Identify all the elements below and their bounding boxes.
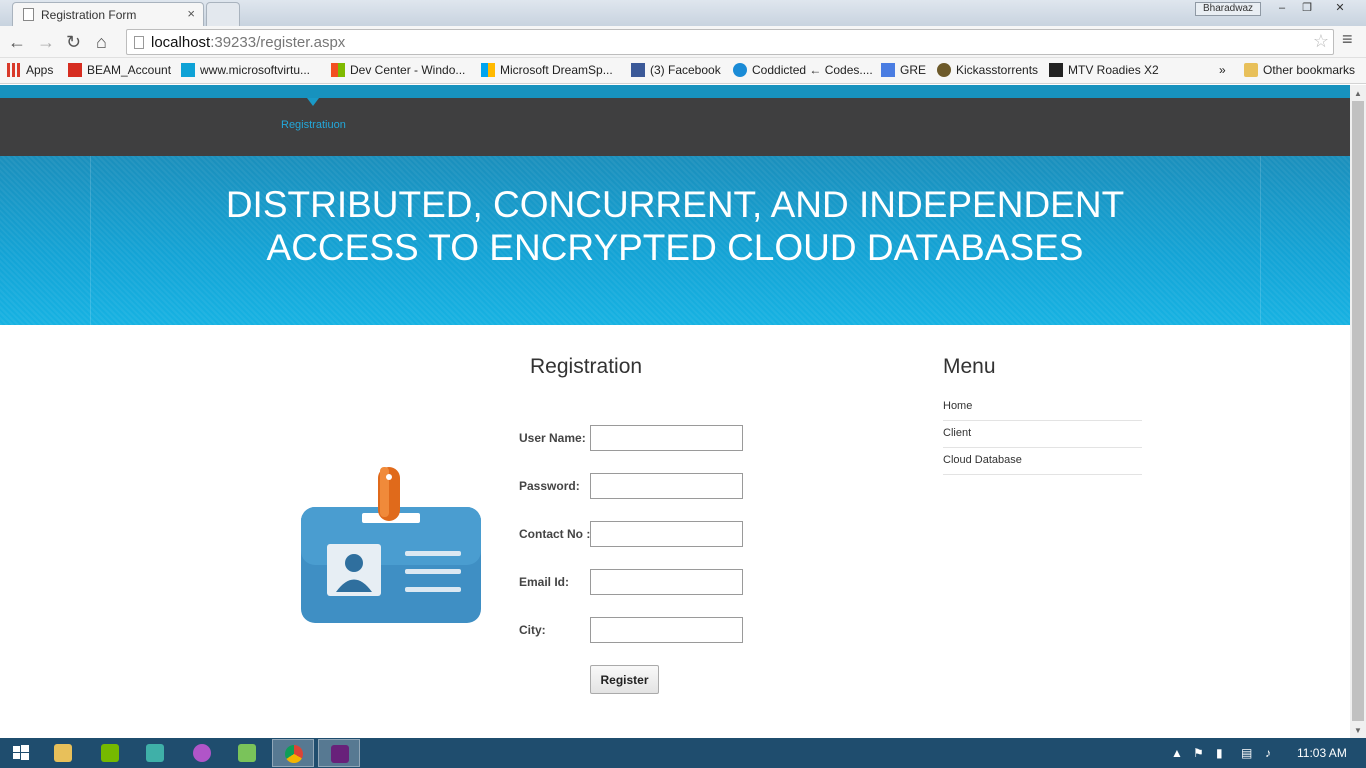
username-field[interactable]	[590, 425, 743, 451]
password-label: Password:	[519, 479, 580, 493]
taskbar-nvidia[interactable]	[89, 739, 131, 767]
scroll-down-icon[interactable]: ▼	[1354, 726, 1362, 735]
tab-close-icon[interactable]: ×	[187, 6, 195, 21]
home-icon[interactable]: ⌂	[96, 32, 107, 52]
browser-tab[interactable]: Registration Form ×	[12, 2, 204, 26]
hero-banner: DISTRIBUTED, CONCURRENT, AND INDEPENDENT…	[0, 156, 1350, 325]
profile-badge[interactable]: Bharadwaz	[1195, 2, 1261, 16]
coddicted-icon	[733, 63, 747, 77]
reload-icon[interactable]: ↻	[66, 32, 81, 52]
tray-expand-icon[interactable]: ▲	[1171, 746, 1183, 760]
form-heading: Registration	[530, 355, 643, 378]
city-field[interactable]	[590, 617, 743, 643]
active-nav-indicator-icon	[307, 98, 319, 106]
web-page: Registratiuon DISTRIBUTED, CONCURRENT, A…	[0, 85, 1350, 725]
back-icon[interactable]: ←	[8, 32, 26, 52]
register-button[interactable]: Register	[590, 665, 659, 694]
network-icon[interactable]: ▤	[1241, 746, 1252, 760]
bookmark-item[interactable]: Microsoft DreamSp...	[481, 63, 613, 77]
act-icon	[68, 63, 82, 77]
apps-grid-icon	[7, 63, 21, 77]
page-icon	[134, 36, 144, 49]
id-card-icon	[301, 467, 481, 623]
email-label: Email Id:	[519, 575, 570, 589]
hero-divider	[90, 156, 91, 325]
forward-icon[interactable]: →	[37, 32, 55, 52]
windows-logo-icon	[13, 745, 29, 760]
bookmark-item[interactable]: Dev Center - Windo...	[331, 63, 465, 77]
folder-icon	[54, 744, 72, 762]
app-icon	[238, 744, 256, 762]
contact-field[interactable]	[590, 521, 743, 547]
mtv-icon	[1049, 63, 1063, 77]
new-tab-button[interactable]	[206, 2, 240, 26]
app-icon	[193, 744, 211, 762]
taskbar-chrome[interactable]	[272, 739, 314, 767]
bookmarks-bar: Apps BEAM_Account www.microsoftvirtu... …	[0, 58, 1366, 84]
site-title: DISTRIBUTED, CONCURRENT, AND INDEPENDENT…	[225, 184, 1125, 268]
menu-item-home[interactable]: Home	[943, 394, 1142, 421]
nav-link-registration[interactable]: Registratiuon	[281, 119, 346, 131]
bookmark-item[interactable]: BEAM_Account	[68, 63, 171, 77]
browser-toolbar: ← → ↻ ⌂ localhost:39233/register.aspx ☆ …	[0, 26, 1366, 58]
battery-icon[interactable]: ▮	[1216, 746, 1223, 760]
bookmark-item[interactable]: www.microsoftvirtu...	[181, 63, 310, 77]
google-icon	[881, 63, 895, 77]
taskbar-app[interactable]	[226, 739, 268, 767]
taskbar-app[interactable]	[134, 739, 176, 767]
minimize-button[interactable]: –	[1268, 0, 1296, 17]
taskbar-explorer[interactable]	[42, 739, 84, 767]
folder-icon	[1244, 63, 1258, 77]
taskbar-visual-studio[interactable]	[318, 739, 360, 767]
city-label: City:	[519, 623, 546, 637]
menu-item-cloud-database[interactable]: Cloud Database	[943, 448, 1142, 475]
visual-studio-icon	[331, 745, 349, 763]
bookmark-item[interactable]: (3) Facebook	[631, 63, 721, 77]
taskbar-app[interactable]	[181, 739, 223, 767]
maximize-button[interactable]: ❐	[1293, 0, 1321, 17]
mva-icon	[181, 63, 195, 77]
username-label: User Name:	[519, 431, 586, 445]
address-bar[interactable]: localhost:39233/register.aspx ☆	[126, 29, 1334, 55]
chrome-icon	[285, 745, 303, 763]
windows-taskbar: ▲ ⚑ ▮ ▤ ♪ 11:03 AM	[0, 738, 1366, 768]
bookmark-item[interactable]: GRE	[881, 63, 926, 77]
url-host: localhost	[151, 34, 211, 51]
app-icon	[146, 744, 164, 762]
scroll-thumb[interactable]	[1352, 101, 1364, 721]
vertical-scrollbar[interactable]: ▲ ▼	[1350, 85, 1366, 738]
bookmark-item[interactable]: MTV Roadies X2	[1049, 63, 1159, 77]
close-window-button[interactable]: ✕	[1326, 0, 1354, 17]
tab-title: Registration Form	[41, 8, 137, 22]
bookmark-item[interactable]: Coddicted ← Codes....	[733, 63, 873, 77]
start-button[interactable]	[0, 739, 42, 767]
microsoft-icon	[331, 63, 345, 77]
hero-divider	[1260, 156, 1261, 325]
contact-label: Contact No :	[519, 527, 591, 541]
chrome-menu-icon[interactable]: ≡	[1342, 29, 1353, 50]
page-icon	[23, 8, 34, 21]
clock[interactable]: 11:03 AM	[1297, 746, 1347, 760]
site-nav: Registratiuon	[0, 98, 1350, 156]
top-accent-strip	[0, 85, 1350, 98]
volume-icon[interactable]: ♪	[1265, 746, 1271, 760]
kickass-icon	[937, 63, 951, 77]
bookmark-apps[interactable]: Apps	[7, 63, 53, 77]
password-field[interactable]	[590, 473, 743, 499]
email-field[interactable]	[590, 569, 743, 595]
nvidia-icon	[101, 744, 119, 762]
bookmarks-overflow-button[interactable]: »	[1219, 63, 1226, 77]
menu-heading: Menu	[943, 355, 996, 378]
bookmark-item[interactable]: Kickasstorrents	[937, 63, 1038, 77]
scroll-up-icon[interactable]: ▲	[1354, 89, 1362, 98]
tab-strip: Registration Form × Bharadwaz – ❐ ✕	[0, 0, 1366, 26]
other-bookmarks[interactable]: Other bookmarks	[1244, 63, 1355, 77]
action-center-icon[interactable]: ⚑	[1193, 746, 1204, 760]
microsoft-icon	[481, 63, 495, 77]
menu-item-client[interactable]: Client	[943, 421, 1142, 448]
bookmark-star-icon[interactable]: ☆	[1313, 31, 1329, 52]
facebook-icon	[631, 63, 645, 77]
url-path: :39233/register.aspx	[210, 34, 346, 51]
